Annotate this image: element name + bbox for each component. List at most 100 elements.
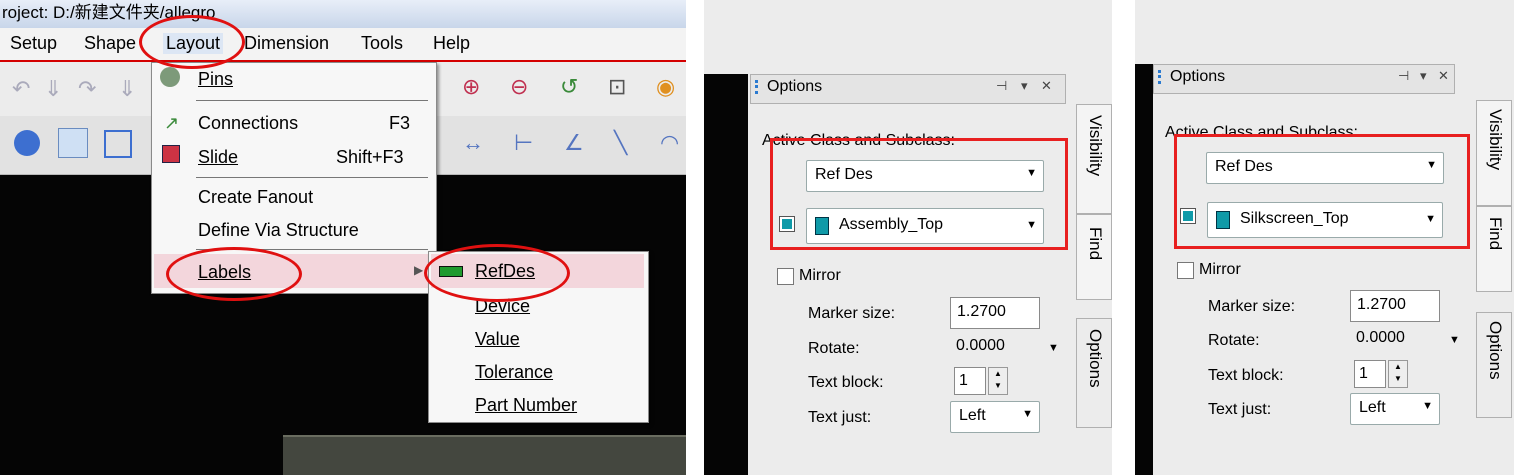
text-block-spinner[interactable]: ▲ ▼ [1388,360,1408,388]
submenu-arrow-icon: ▶ [414,263,424,277]
text-block-spinner[interactable]: ▲ ▼ [988,367,1008,395]
slide-shortcut: Shift+F3 [336,147,404,167]
select-cursor-icon[interactable] [58,128,88,158]
mirror-checkbox[interactable] [777,268,794,285]
highlight-box-class [770,138,1068,250]
options-panel-assembly: Options ⊣ ▾ ✕ Active Class and Subclass:… [704,0,1112,475]
tab-visibility-label: Visibility [1486,109,1505,171]
text-just-label: Text just: [1208,401,1272,418]
dimension-datum-icon[interactable]: ⊢ [514,130,533,156]
dropdown-icon[interactable]: ▾ [1021,78,1028,94]
menu-help[interactable]: Help [433,33,470,54]
close-icon[interactable]: ✕ [1438,68,1449,84]
pin-icon[interactable]: ⊣ [1398,68,1409,84]
circle-tool-icon[interactable] [14,130,40,156]
refresh-icon[interactable]: ◉ [656,74,675,100]
marker-size-input[interactable]: 1.2700 [950,297,1040,329]
connections-icon: ↗ [164,113,180,133]
menu-item-create-fanout[interactable]: Create Fanout [198,187,313,208]
zoom-previous-icon[interactable]: ↺ [560,74,578,100]
menu-item-connections[interactable]: Connections [198,113,298,134]
undo-icon[interactable]: ↶ [12,76,30,102]
marker-size-label: Marker size: [1208,298,1296,315]
grip-icon [1158,70,1164,84]
canvas-edge [704,74,748,475]
tab-visibility-label: Visibility [1086,115,1105,177]
dimension-angle-icon[interactable]: ∠ [564,130,584,156]
highlight-box-class [1174,134,1470,249]
menu-separator [196,100,428,101]
marker-size-value: 1.2700 [1357,296,1406,313]
menu-tools[interactable]: Tools [361,33,403,54]
submenu-item-tolerance[interactable]: Tolerance [475,362,553,383]
menu-item-define-via-structure[interactable]: Define Via Structure [198,220,359,241]
text-block-input[interactable]: 1 [1354,360,1386,388]
tab-find[interactable]: Find [1076,214,1112,300]
arrow-down-icon[interactable]: ⇓ [118,76,136,102]
options-title: Options [767,78,823,95]
text-block-label: Text block: [808,374,884,391]
allegro-window: roject: D:/新建文件夹/allegro Setup Shape Lay… [0,0,686,475]
frame-icon[interactable] [104,130,132,158]
tab-find-label: Find [1486,217,1505,251]
zoom-fit-icon[interactable]: ⊡ [608,74,626,100]
menu-dimension[interactable]: Dimension [244,33,329,54]
marker-size-value: 1.2700 [957,303,1006,320]
zoom-out-icon[interactable]: ⊖ [510,74,528,100]
mirror-label: Mirror [799,267,841,284]
menu-setup[interactable]: Setup [10,33,57,54]
menu-item-slide[interactable]: Slide [198,147,238,168]
chevron-down-icon[interactable]: ▼ [1048,342,1059,354]
tab-options[interactable]: Options [1476,312,1512,418]
mirror-label: Mirror [1199,261,1241,278]
menu-bar: Setup Shape Layout Dimension Tools Help [0,28,686,61]
text-just-dropdown[interactable]: Left ▼ [950,401,1040,433]
tab-find[interactable]: Find [1476,206,1512,292]
highlight-ellipse-labels [166,247,302,301]
text-just-value: Left [959,407,986,424]
spin-up-icon[interactable]: ▲ [989,368,1007,380]
text-block-label: Text block: [1208,367,1284,384]
rotate-value[interactable]: 0.0000 [956,337,1005,355]
mirror-checkbox[interactable] [1177,262,1194,279]
rotate-value[interactable]: 0.0000 [1356,329,1405,347]
arc-tool-icon[interactable]: ◠ [660,130,679,156]
spin-down-icon[interactable]: ▼ [1389,373,1407,385]
tab-options-label: Options [1486,321,1505,380]
dropdown-icon[interactable]: ▾ [1420,68,1427,84]
tab-options[interactable]: Options [1076,318,1112,428]
chevron-down-icon[interactable]: ▼ [1449,334,1460,346]
close-icon[interactable]: ✕ [1041,78,1052,94]
submenu-item-value[interactable]: Value [475,329,520,350]
canvas-edge [1135,64,1153,475]
spin-up-icon[interactable]: ▲ [1389,361,1407,373]
marker-size-label: Marker size: [808,305,896,322]
options-header: Options ⊣ ▾ ✕ [1153,64,1455,94]
redo-icon[interactable]: ↷ [78,76,96,102]
options-header: Options ⊣ ▾ ✕ [750,74,1066,104]
spin-down-icon[interactable]: ▼ [989,380,1007,392]
pin-icon[interactable]: ⊣ [996,78,1007,94]
text-just-dropdown[interactable]: Left ▼ [1350,393,1440,425]
pcb-board-shape [283,435,686,475]
marker-size-input[interactable]: 1.2700 [1350,290,1440,322]
pins-icon [160,67,180,87]
window-title: roject: D:/新建文件夹/allegro [0,0,686,28]
highlight-ellipse-refdes [424,244,570,302]
menu-shape[interactable]: Shape [84,33,136,54]
text-just-value: Left [1359,399,1386,416]
rotate-label: Rotate: [1208,332,1260,349]
tab-options-label: Options [1086,329,1105,388]
line-tool-icon[interactable]: ╲ [614,130,627,156]
dimension-linear-icon[interactable]: ↔ [462,130,484,156]
zoom-in-icon[interactable]: ⊕ [462,74,480,100]
menu-item-pins[interactable]: Pins [198,69,233,90]
arrow-down-icon[interactable]: ⇓ [44,76,62,102]
rotate-label: Rotate: [808,340,860,357]
tab-visibility[interactable]: Visibility [1076,104,1112,214]
text-block-input[interactable]: 1 [954,367,986,395]
submenu-item-part-number[interactable]: Part Number [475,395,577,416]
menu-separator [196,177,428,178]
chevron-down-icon: ▼ [1422,400,1433,412]
tab-visibility[interactable]: Visibility [1476,100,1512,206]
